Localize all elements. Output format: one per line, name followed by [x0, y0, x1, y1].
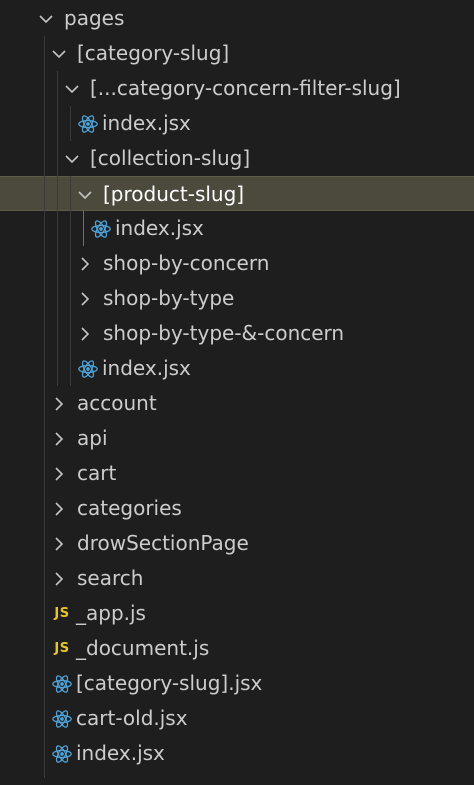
indent-guide: [44, 36, 45, 778]
chevron-down-icon[interactable]: [36, 1, 56, 36]
tree-folder-row[interactable]: search: [0, 561, 474, 596]
chevron-right-icon[interactable]: [49, 386, 69, 421]
js-file-icon: JS: [50, 631, 74, 666]
chevron-down-icon[interactable]: [75, 177, 95, 212]
react-icon: [76, 106, 100, 141]
tree-folder-row[interactable]: drowSectionPage: [0, 526, 474, 561]
tree-file-row[interactable]: index.jsx: [0, 211, 474, 246]
tree-folder-row[interactable]: shop-by-type: [0, 281, 474, 316]
tree-item-label: pages: [64, 6, 125, 30]
tree-item-label: _app.js: [76, 601, 146, 625]
tree-item-label: [collection-slug]: [90, 146, 251, 170]
js-badge: JS: [54, 641, 70, 656]
chevron-right-icon[interactable]: [49, 421, 69, 456]
chevron-down-icon[interactable]: [62, 141, 82, 176]
react-icon: [50, 701, 74, 736]
js-badge: JS: [54, 606, 70, 621]
tree-file-row[interactable]: index.jsx: [0, 736, 474, 771]
tree-item-label: shop-by-concern: [103, 251, 270, 275]
js-file-icon: JS: [50, 596, 74, 631]
tree-folder-row[interactable]: categories: [0, 491, 474, 526]
tree-item-label: categories: [77, 496, 182, 520]
chevron-down-icon[interactable]: [49, 36, 69, 71]
indent-guide: [70, 106, 71, 141]
react-icon: [89, 211, 113, 246]
tree-item-label: drowSectionPage: [77, 531, 249, 555]
tree-folder-row[interactable]: shop-by-type-&-concern: [0, 316, 474, 351]
tree-file-row[interactable]: cart-old.jsx: [0, 701, 474, 736]
file-explorer: pages [category-slug] [...category-concern…: [0, 0, 474, 785]
indent-guide: [70, 176, 71, 386]
chevron-right-icon[interactable]: [75, 246, 95, 281]
tree-item-label: [product-slug]: [103, 182, 245, 206]
react-icon: [50, 736, 74, 771]
tree-item-label: cart-old.jsx: [76, 706, 188, 730]
chevron-right-icon[interactable]: [75, 281, 95, 316]
chevron-right-icon[interactable]: [49, 456, 69, 491]
chevron-right-icon[interactable]: [75, 316, 95, 351]
tree-item-label: cart: [77, 461, 117, 485]
tree-item-label: shop-by-type-&-concern: [103, 321, 345, 345]
tree-item-label: account: [77, 391, 157, 415]
react-icon: [76, 351, 100, 386]
react-icon: [50, 666, 74, 701]
tree-folder-row[interactable]: [category-slug]: [0, 36, 474, 71]
tree-item-label: _document.js: [76, 636, 210, 660]
tree-file-row[interactable]: index.jsx: [0, 106, 474, 141]
tree-file-row[interactable]: JS _app.js: [0, 596, 474, 631]
chevron-right-icon[interactable]: [49, 561, 69, 596]
tree-folder-row[interactable]: account: [0, 386, 474, 421]
partially-visible-row: [0, 778, 474, 785]
tree-item-label: [...category-concern-filter-slug]: [90, 76, 401, 100]
chevron-right-icon[interactable]: [49, 491, 69, 526]
tree-folder-row[interactable]: [...category-concern-filter-slug]: [0, 71, 474, 106]
tree-item-label: shop-by-type: [103, 286, 235, 310]
tree-item-label: index.jsx: [102, 111, 191, 135]
tree-item-label: api: [77, 426, 108, 450]
tree-item-label: [category-slug]: [77, 41, 230, 65]
tree-folder-row[interactable]: api: [0, 421, 474, 456]
tree-folder-row[interactable]: shop-by-concern: [0, 246, 474, 281]
tree-file-row[interactable]: JS _document.js: [0, 631, 474, 666]
tree-file-row[interactable]: index.jsx: [0, 351, 474, 386]
tree-item-label: index.jsx: [115, 216, 204, 240]
indent-guide: [57, 71, 58, 386]
chevron-right-icon[interactable]: [49, 526, 69, 561]
tree-folder-row[interactable]: cart: [0, 456, 474, 491]
chevron-down-icon[interactable]: [62, 71, 82, 106]
tree-item-label: index.jsx: [76, 741, 165, 765]
tree-item-label: search: [77, 566, 144, 590]
tree-folder-row[interactable]: [product-slug]: [0, 176, 474, 211]
indent-guide: [83, 211, 84, 246]
tree-folder-row[interactable]: pages: [0, 1, 474, 36]
tree-file-row[interactable]: [category-slug].jsx: [0, 666, 474, 701]
tree-item-label: [category-slug].jsx: [76, 671, 263, 695]
tree-item-label: index.jsx: [102, 356, 191, 380]
tree-folder-row[interactable]: [collection-slug]: [0, 141, 474, 176]
